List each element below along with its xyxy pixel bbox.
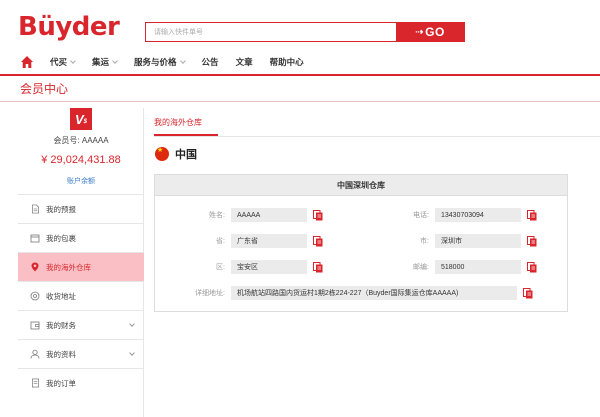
- zip-field: 邮编: 518000: [355, 260, 537, 274]
- document-icon: [30, 204, 40, 214]
- nav-item-label: 帮助中心: [269, 57, 304, 67]
- sidebar-item[interactable]: 我的订单: [18, 368, 144, 397]
- province-value: 广东省: [231, 234, 307, 248]
- district-label: 区:: [216, 264, 225, 271]
- nav-item[interactable]: 代买: [50, 56, 76, 68]
- sidebar-item-label: 我的财务: [46, 320, 76, 330]
- warehouse-card: 中国深圳仓库 姓名: AAAAA 电话: 13430703094 省: 广东省 …: [154, 174, 568, 312]
- sidebar-item[interactable]: 我的预报: [18, 194, 144, 223]
- address-value: 机场航站四路国内货运村1期2栋224-227（Buyder国际集运仓库AAAAA…: [231, 286, 517, 300]
- title-divider: [0, 101, 600, 102]
- chevron-down-icon: [129, 350, 135, 356]
- sidebar-item[interactable]: 我的资料: [18, 339, 144, 368]
- arrow-icon: ⇢: [415, 26, 425, 38]
- chevron-down-icon: [179, 57, 186, 64]
- order-icon: [30, 378, 40, 388]
- sidebar-item[interactable]: 我的包裹: [18, 223, 144, 252]
- site-logo[interactable]: Büyder: [18, 12, 120, 42]
- copy-icon[interactable]: [523, 287, 533, 299]
- name-value: AAAAA: [231, 208, 307, 222]
- address-field: 详细地址: 机场航站四路国内货运村1期2栋224-227（Buyder国际集运仓…: [155, 286, 533, 300]
- copy-icon[interactable]: [527, 261, 537, 273]
- city-label: 市:: [420, 238, 429, 245]
- tracking-search-input[interactable]: [146, 23, 396, 41]
- sidebar-item-label: 我的预报: [46, 204, 76, 214]
- nav-item-label: 公告: [201, 57, 219, 67]
- address-label: 详细地址:: [195, 290, 225, 297]
- district-value: 宝安区: [231, 260, 307, 274]
- china-flag-icon: [155, 147, 169, 161]
- chevron-down-icon: [112, 57, 118, 64]
- avatar: V $: [70, 108, 92, 130]
- sidebar-item[interactable]: 我的海外仓库: [18, 252, 144, 281]
- tab-divider: [154, 136, 600, 137]
- tracking-search: ⇢GO: [145, 22, 465, 42]
- district-field: 区: 宝安区: [155, 260, 323, 274]
- nav-item[interactable]: 公告: [202, 56, 219, 68]
- home-icon[interactable]: [20, 55, 34, 69]
- balance-link[interactable]: 账户余额: [18, 176, 144, 186]
- sidebar-item-label: 我的海外仓库: [46, 262, 91, 272]
- package-icon: [30, 233, 40, 243]
- nav-divider: [0, 74, 600, 76]
- wallet-icon: [30, 320, 40, 330]
- name-field: 姓名: AAAAA: [155, 208, 323, 222]
- account-balance: ¥ 29,024,431.88: [41, 154, 121, 166]
- page-title: 会员中心: [20, 82, 69, 96]
- nav-item-label: 服务与价格: [134, 57, 177, 67]
- phone-field: 电话: 13430703094: [355, 208, 537, 222]
- zip-value: 518000: [435, 260, 521, 274]
- nav-item-label: 文章: [235, 57, 253, 67]
- location-pin-icon: [30, 262, 40, 272]
- user-icon: [30, 349, 40, 359]
- nav-item[interactable]: 帮助中心: [270, 56, 304, 68]
- nav-item[interactable]: 集运: [92, 56, 118, 68]
- province-field: 省: 广东省: [155, 234, 323, 248]
- member-id: 会员号: AAAAA: [53, 136, 109, 145]
- city-value: 深圳市: [435, 234, 521, 248]
- country-header: 中国: [155, 146, 197, 162]
- copy-icon[interactable]: [313, 261, 323, 273]
- sidebar-item-label: 收货地址: [46, 291, 76, 301]
- copy-icon[interactable]: [527, 209, 537, 221]
- target-icon: [30, 291, 40, 301]
- sidebar-item[interactable]: 我的财务: [18, 310, 144, 339]
- phone-value: 13430703094: [435, 208, 521, 222]
- main-nav: 代买 集运 服务与价格 公告 文章 帮助中心: [0, 54, 600, 72]
- nav-item-label: 集运: [92, 57, 110, 67]
- nav-item[interactable]: 文章: [236, 56, 253, 68]
- search-go-button[interactable]: ⇢ GO: [396, 23, 464, 41]
- copy-icon[interactable]: [527, 235, 537, 247]
- chevron-down-icon: [129, 321, 135, 327]
- name-label: 姓名:: [209, 212, 225, 219]
- nav-item[interactable]: 服务与价格: [134, 56, 186, 68]
- chevron-down-icon: [70, 57, 76, 64]
- nav-item-label: 代买: [50, 57, 68, 67]
- sidebar-menu: 我的预报我的包裹我的海外仓库 收货地址我的财务我的资料我的订单: [18, 194, 144, 397]
- tab-overseas-warehouse[interactable]: 我的海外仓库: [154, 117, 202, 128]
- copy-icon[interactable]: [313, 209, 323, 221]
- city-field: 市: 深圳市: [355, 234, 537, 248]
- zip-label: 邮编:: [413, 264, 429, 271]
- phone-label: 电话:: [413, 212, 429, 219]
- search-go-label: GO: [425, 25, 445, 39]
- sidebar-item[interactable]: 收货地址: [18, 281, 144, 310]
- warehouse-title: 中国深圳仓库: [155, 175, 567, 196]
- sidebar-item-label: 我的订单: [46, 378, 76, 388]
- province-label: 省:: [216, 238, 225, 245]
- sidebar: V $ 会员号: AAAAA ¥ 29,024,431.88 账户余额 我的预报我…: [18, 108, 144, 417]
- copy-icon[interactable]: [313, 235, 323, 247]
- sidebar-item-label: 我的资料: [46, 349, 76, 359]
- sidebar-item-label: 我的包裹: [46, 233, 76, 243]
- country-name: 中国: [175, 149, 197, 161]
